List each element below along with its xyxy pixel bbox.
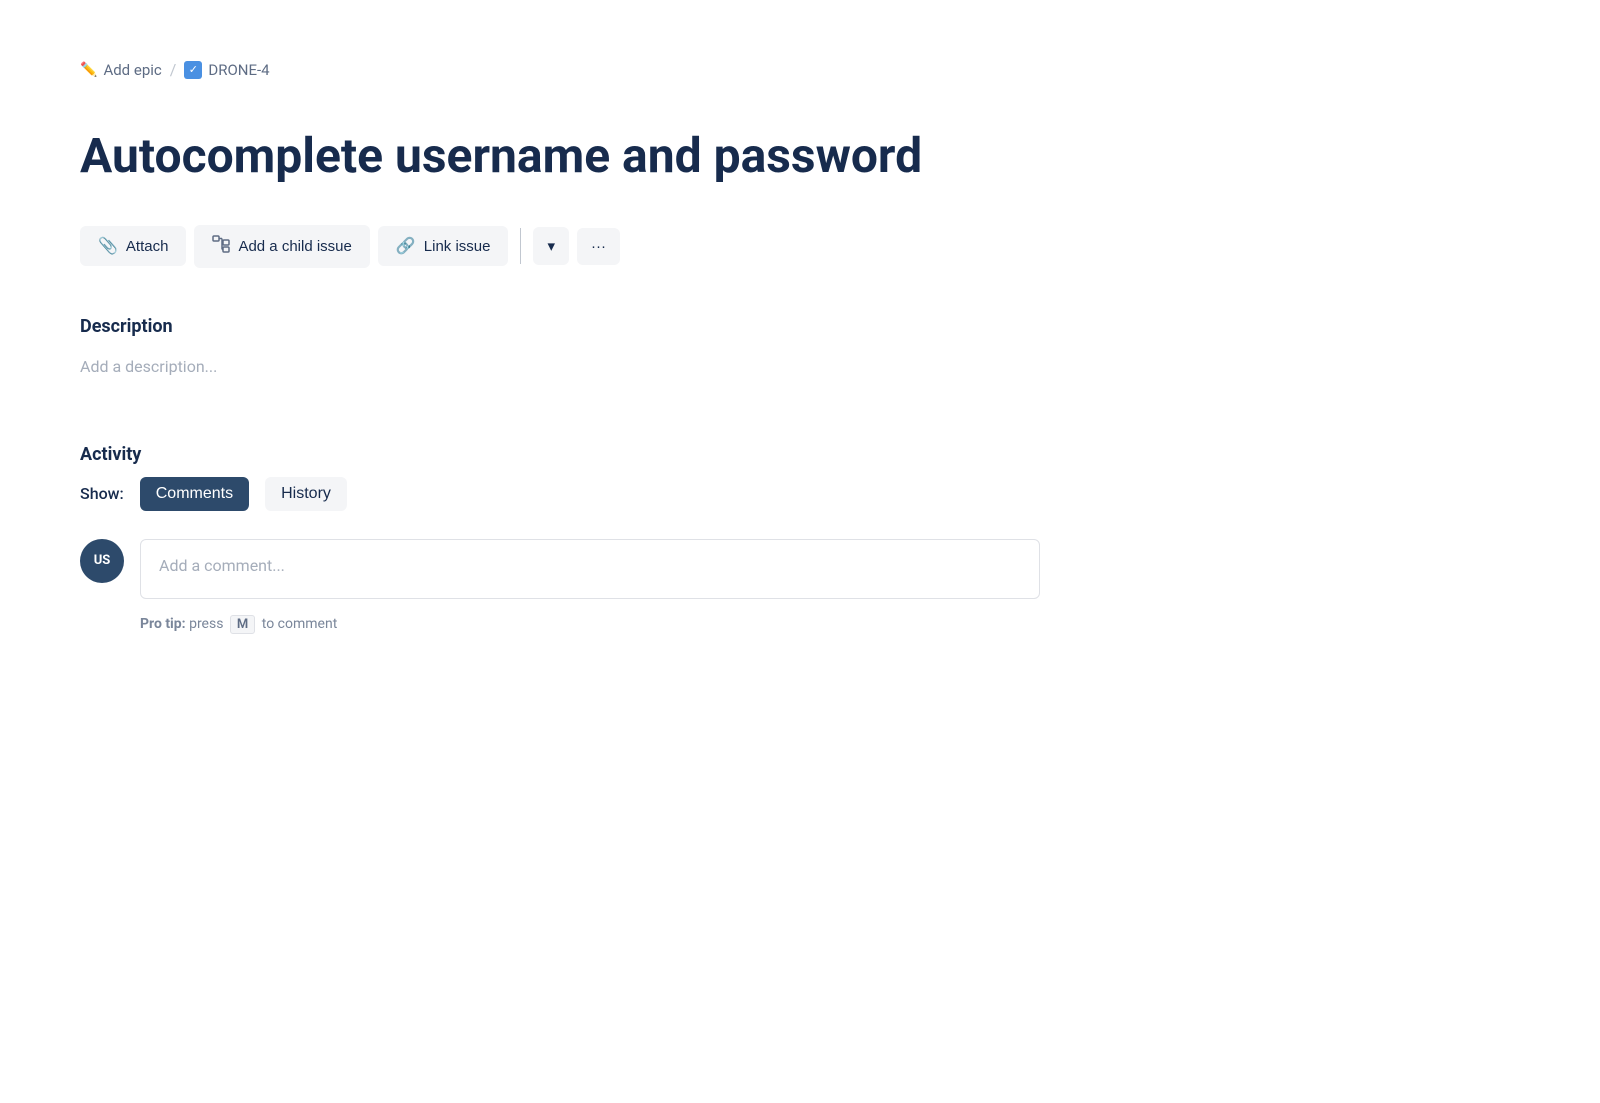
key-badge: M xyxy=(230,615,255,634)
more-icon: ··· xyxy=(591,238,606,255)
breadcrumb-epic-label: Add epic xyxy=(103,61,161,79)
breadcrumb: ✏️ Add epic / ✓ DRONE-4 xyxy=(80,60,1520,79)
pro-tip-prefix: Pro tip: xyxy=(140,616,186,632)
history-filter-button[interactable]: History xyxy=(265,477,347,511)
pro-tip-middle: press xyxy=(189,616,223,632)
more-options-button[interactable]: ··· xyxy=(577,228,620,265)
page-title: Autocomplete username and password xyxy=(80,127,980,185)
attach-button[interactable]: 📎 Attach xyxy=(80,226,186,266)
comment-area: US Add a comment... xyxy=(80,539,1520,599)
toolbar-divider xyxy=(520,228,521,264)
description-section: Description Add a description... xyxy=(80,316,1520,384)
attach-label: Attach xyxy=(126,238,169,255)
action-bar: 📎 Attach Add a child issue 🔗 Link issue … xyxy=(80,225,1520,268)
activity-filter-row: Show: Comments History xyxy=(80,477,1520,511)
child-issue-icon xyxy=(212,235,230,258)
pro-tip: Pro tip: press M to comment xyxy=(140,615,1520,634)
comment-input[interactable]: Add a comment... xyxy=(140,539,1040,599)
pencil-icon: ✏️ xyxy=(80,62,97,78)
description-input[interactable]: Add a description... xyxy=(80,349,1520,384)
checkbox-icon: ✓ xyxy=(184,61,202,79)
attach-icon: 📎 xyxy=(98,236,118,256)
chevron-down-icon: ▾ xyxy=(547,237,555,255)
breadcrumb-current-issue[interactable]: ✓ DRONE-4 xyxy=(184,61,269,79)
link-icon: 🔗 xyxy=(396,236,416,256)
link-issue-button[interactable]: 🔗 Link issue xyxy=(378,226,509,266)
breadcrumb-epic[interactable]: ✏️ Add epic xyxy=(80,61,162,79)
chevron-down-button[interactable]: ▾ xyxy=(533,227,569,265)
activity-title: Activity xyxy=(80,444,1520,465)
comments-filter-button[interactable]: Comments xyxy=(140,477,249,511)
breadcrumb-separator: / xyxy=(170,60,177,79)
link-issue-label: Link issue xyxy=(424,238,491,255)
activity-section: Activity Show: Comments History US Add a… xyxy=(80,444,1520,634)
pro-tip-suffix: to comment xyxy=(262,616,338,632)
description-title: Description xyxy=(80,316,1520,337)
breadcrumb-issue-id: DRONE-4 xyxy=(208,61,269,79)
avatar: US xyxy=(80,539,124,583)
add-child-issue-button[interactable]: Add a child issue xyxy=(194,225,369,268)
show-label: Show: xyxy=(80,484,124,503)
child-issue-label: Add a child issue xyxy=(238,238,351,255)
